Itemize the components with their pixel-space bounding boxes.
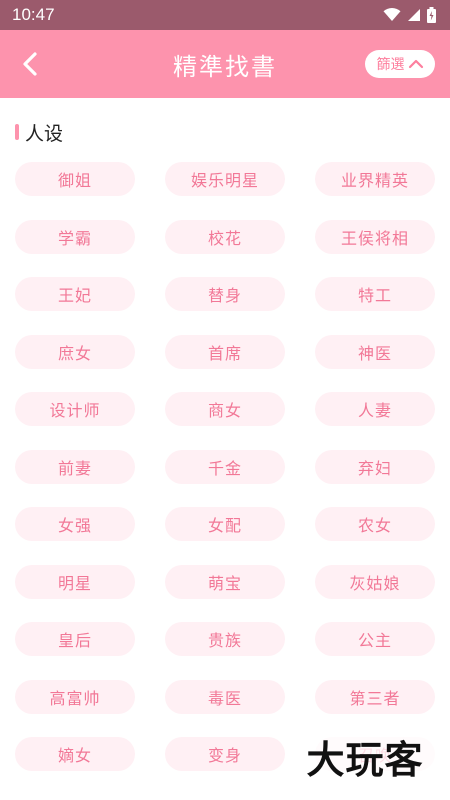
tag-chip[interactable]: 女强 xyxy=(15,507,135,541)
tag-chip[interactable]: 萌宝 xyxy=(165,564,285,599)
battery-icon xyxy=(427,7,436,23)
chevron-up-icon xyxy=(408,59,423,69)
tag-chip[interactable]: 特工 xyxy=(315,277,435,311)
page-title: 精準找書 xyxy=(173,52,277,81)
back-chevron-icon xyxy=(23,52,37,76)
tag-chip[interactable]: 设计师 xyxy=(15,392,135,426)
tag-chip[interactable]: 校花 xyxy=(165,219,285,254)
tag-chip[interactable]: 人妻 xyxy=(315,392,435,426)
tag-chip[interactable]: 替身 xyxy=(165,277,285,311)
status-time: 10:47 xyxy=(12,5,55,24)
section-accent-bar xyxy=(15,124,19,140)
status-bar: 10:47 xyxy=(0,0,450,30)
section-title: 人设 xyxy=(25,122,64,145)
tag-chip[interactable]: 弃妇 xyxy=(315,449,435,484)
section-header: 人设 xyxy=(15,120,64,145)
tag-chip[interactable]: 王妃 xyxy=(15,277,135,311)
tag-chip[interactable]: 神医 xyxy=(315,334,435,369)
wifi-icon xyxy=(383,8,401,21)
tag-chip[interactable]: 商女 xyxy=(165,392,285,426)
tag-chip[interactable]: 嫡女 xyxy=(15,737,135,771)
tag-chip[interactable]: 庶女 xyxy=(15,334,135,369)
tag-chip[interactable]: 千金 xyxy=(165,449,285,484)
tag-chip[interactable]: 毒医 xyxy=(165,679,285,714)
filter-button[interactable]: 篩選 xyxy=(365,50,435,78)
tag-chip[interactable]: 前妻 xyxy=(15,449,135,484)
tag-chip[interactable]: 农女 xyxy=(315,507,435,541)
tag-chip[interactable]: 高富帅 xyxy=(15,679,135,714)
tag-chip[interactable]: 御姐 xyxy=(15,162,135,196)
tag-chip[interactable]: 公主 xyxy=(315,622,435,656)
tag-chip[interactable]: 学霸 xyxy=(15,219,135,254)
tag-chip[interactable]: 首席 xyxy=(165,334,285,369)
tag-chip[interactable]: 王侯将相 xyxy=(315,219,435,254)
tag-chip[interactable]: 女配 xyxy=(165,507,285,541)
tag-chip[interactable]: 变身 xyxy=(165,737,285,771)
tag-chip[interactable]: 灰姑娘 xyxy=(315,564,435,599)
tag-chip[interactable]: 皇后 xyxy=(15,622,135,656)
tag-chip[interactable]: 贵族 xyxy=(165,622,285,656)
tag-chip[interactable]: 第三者 xyxy=(315,679,435,714)
tag-chip[interactable]: 娱乐明星 xyxy=(165,162,285,196)
signal-icon xyxy=(408,9,420,21)
filter-button-label: 篩選 xyxy=(376,57,405,73)
tag-chip[interactable]: 明星 xyxy=(15,564,135,599)
app-bar: 精準找書 篩選 xyxy=(0,30,450,98)
watermark-logo: 大玩客 xyxy=(295,732,435,782)
tag-chip[interactable]: 业界精英 xyxy=(315,162,435,196)
tag-grid: 御姐 娱乐明星 业界精英学霸 校花 王侯将相王妃 替身 特工庶女 首席 神医设计师 商女 人妻前妻千… xyxy=(15,162,435,771)
back-button[interactable] xyxy=(14,48,46,80)
status-icons xyxy=(383,7,436,23)
